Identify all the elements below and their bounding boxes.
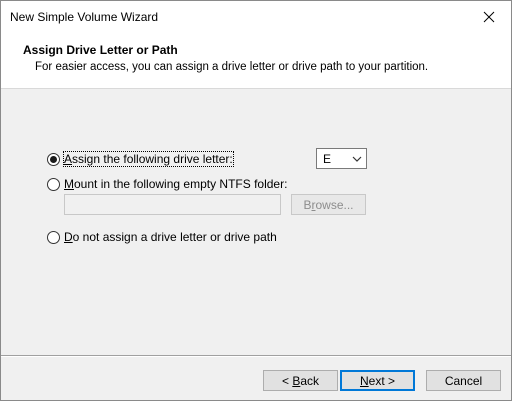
radio-assign-drive-letter[interactable]: Assign the following drive letter: [47,151,234,167]
window-title: New Simple Volume Wizard [10,10,159,24]
wizard-header: Assign Drive Letter or Path For easier a… [1,33,511,89]
drive-letter-value: E [323,152,332,166]
radio-assign-drive-letter-button[interactable] [47,152,60,166]
next-button[interactable]: Next > [340,370,415,391]
chevron-down-icon [352,156,362,162]
footer-divider-highlight [1,356,511,357]
radio-mount-folder-label[interactable]: Mount in the following empty NTFS folder… [64,177,287,191]
drive-letter-select[interactable]: E [316,148,367,169]
cancel-button[interactable]: Cancel [426,370,501,391]
radio-mount-folder-button[interactable] [47,177,60,191]
folder-path-input[interactable] [64,194,281,215]
radio-no-assign-label[interactable]: Do not assign a drive letter or drive pa… [64,230,277,244]
wizard-window: New Simple Volume Wizard Assign Drive Le… [0,0,512,401]
close-button[interactable] [467,1,511,33]
back-button[interactable]: < Back [263,370,338,391]
page-subtitle: For easier access, you can assign a driv… [35,61,429,73]
page-title: Assign Drive Letter or Path [23,43,178,57]
radio-mount-folder[interactable]: Mount in the following empty NTFS folder… [47,177,287,191]
title-bar: New Simple Volume Wizard [1,1,511,33]
radio-no-assign-button[interactable] [47,230,60,244]
radio-no-assign[interactable]: Do not assign a drive letter or drive pa… [47,230,277,244]
radio-assign-drive-letter-label[interactable]: Assign the following drive letter: [63,151,234,167]
close-icon [483,11,495,23]
browse-button[interactable]: Br owse... [291,194,366,215]
